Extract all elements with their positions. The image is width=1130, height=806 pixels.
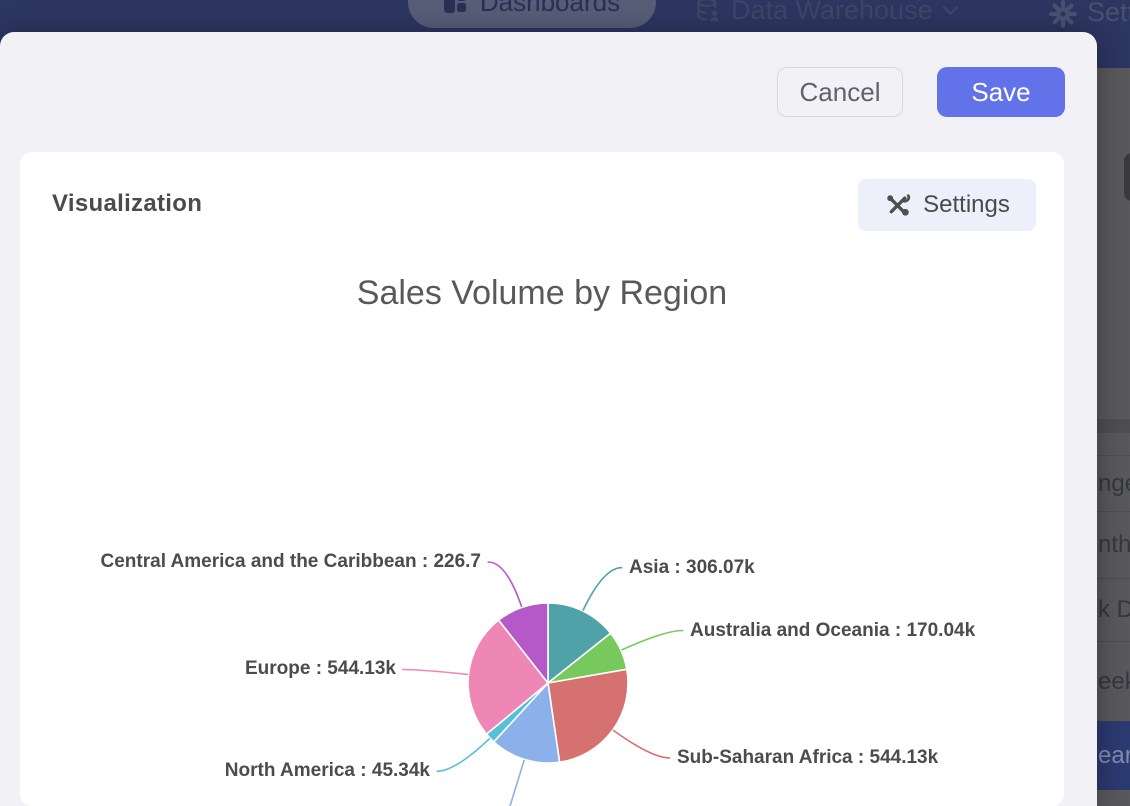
chevron-down-icon bbox=[942, 5, 959, 16]
tab-dashboards[interactable]: Dashboards bbox=[408, 0, 656, 28]
card-title: Visualization bbox=[52, 190, 202, 218]
settings-button[interactable]: Settings bbox=[858, 179, 1036, 231]
chart-title: Sales Volume by Region bbox=[20, 274, 1064, 313]
occluded-menu-item[interactable]: eek bbox=[1097, 641, 1130, 721]
save-button[interactable]: Save bbox=[937, 67, 1065, 117]
tab-dashboards-label: Dashboards bbox=[480, 0, 620, 18]
topbar-settings-label: Settings bbox=[1087, 0, 1130, 28]
occluded-divider bbox=[1097, 419, 1130, 433]
database-icon bbox=[695, 0, 722, 24]
tab-data-warehouse[interactable]: Data Warehouse bbox=[695, 0, 959, 28]
cancel-button[interactable]: Cancel bbox=[777, 67, 903, 117]
occluded-menu-item[interactable]: k D bbox=[1097, 578, 1130, 641]
settings-button-label: Settings bbox=[923, 191, 1010, 219]
occluded-menu-item[interactable]: ear bbox=[1097, 721, 1130, 790]
tab-data-warehouse-label: Data Warehouse bbox=[731, 0, 933, 26]
occluded-menu-item[interactable]: nge bbox=[1097, 455, 1130, 511]
dashboard-grid-icon bbox=[444, 0, 469, 13]
wrench-screwdriver-icon bbox=[884, 192, 911, 219]
occluded-button[interactable] bbox=[1124, 153, 1130, 201]
occluded-menu-item[interactable]: nth bbox=[1097, 511, 1130, 578]
gear-icon bbox=[1048, 0, 1078, 29]
topbar-settings-item[interactable] bbox=[1048, 0, 1078, 34]
